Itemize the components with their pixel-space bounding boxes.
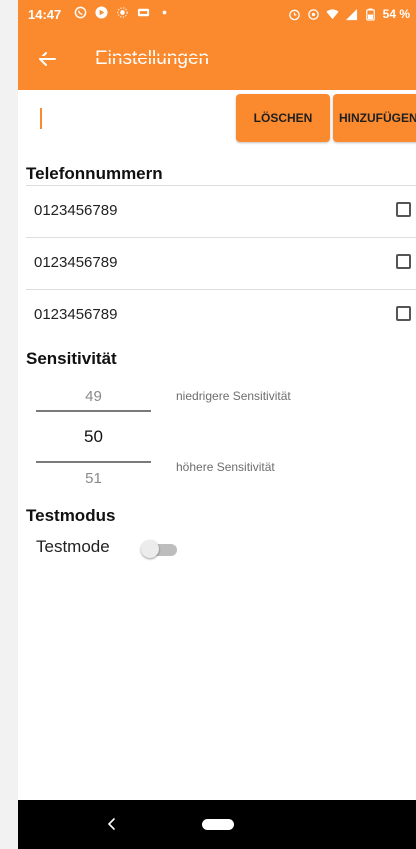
delete-button[interactable]: LÖSCHEN <box>236 94 330 142</box>
dot-icon <box>162 10 167 15</box>
picker-current-value[interactable]: 50 <box>36 427 151 447</box>
sensitivity-heading: Sensitivität <box>26 349 117 368</box>
input-underline <box>26 56 416 58</box>
picker-divider-bottom <box>36 461 151 463</box>
battery-percent: 54 % <box>382 7 410 21</box>
back-arrow-icon[interactable] <box>32 44 62 74</box>
whatsapp-icon <box>74 6 87 19</box>
higher-sensitivity-label: höhere Sensitivität <box>176 460 275 474</box>
app-screen: 14:47 54 % Einstellungen LÖSCHEN HINZUFÜ… <box>18 0 416 849</box>
status-bar: 14:47 54 % <box>18 0 416 28</box>
location-icon <box>307 8 319 20</box>
phone-checkbox[interactable] <box>396 202 411 217</box>
wifi-icon <box>326 8 339 19</box>
phone-checkbox[interactable] <box>396 254 411 269</box>
sun-icon <box>117 7 128 18</box>
lower-sensitivity-label: niedrigere Sensitivität <box>176 389 291 403</box>
test-mode-heading: Testmodus <box>26 506 116 525</box>
phone-checkbox[interactable] <box>396 306 411 321</box>
toggle-thumb <box>141 540 159 558</box>
list-item: 0123456789 <box>26 289 416 339</box>
page-title: Einstellungen <box>95 48 210 69</box>
list-item: 0123456789 <box>26 185 416 235</box>
battery-icon <box>365 7 375 21</box>
phone-input-row: LÖSCHEN HINZUFÜGEN <box>18 90 416 146</box>
picker-divider-top <box>36 410 151 412</box>
alarm-icon <box>288 9 300 20</box>
app-toolbar: Einstellungen <box>18 28 416 90</box>
phone-number-text: 0123456789 <box>34 202 118 219</box>
sensitivity-number-picker[interactable]: 49 50 51 <box>36 380 156 495</box>
nav-back-icon[interactable] <box>104 816 120 832</box>
status-left-icons <box>74 6 171 19</box>
list-item: 0123456789 <box>26 237 416 287</box>
status-right-icons: 54 % <box>288 7 410 21</box>
add-button[interactable]: HINZUFÜGEN <box>333 94 416 142</box>
navigation-bar <box>18 800 416 849</box>
test-mode-toggle[interactable] <box>141 540 179 558</box>
picker-previous-value[interactable]: 49 <box>36 388 151 405</box>
text-caret <box>40 108 42 129</box>
test-mode-label: Testmode <box>36 537 110 556</box>
message-icon <box>137 8 150 17</box>
status-time: 14:47 <box>28 7 62 22</box>
phone-numbers-heading: Telefonnummern <box>26 164 163 183</box>
nav-home-pill[interactable] <box>202 819 234 830</box>
phone-number-text: 0123456789 <box>34 306 118 323</box>
phone-number-text: 0123456789 <box>34 254 118 271</box>
phone-number-input[interactable] <box>32 100 232 136</box>
picker-next-value[interactable]: 51 <box>36 470 151 487</box>
circle-app-icon <box>95 6 108 19</box>
signal-icon <box>345 8 357 20</box>
